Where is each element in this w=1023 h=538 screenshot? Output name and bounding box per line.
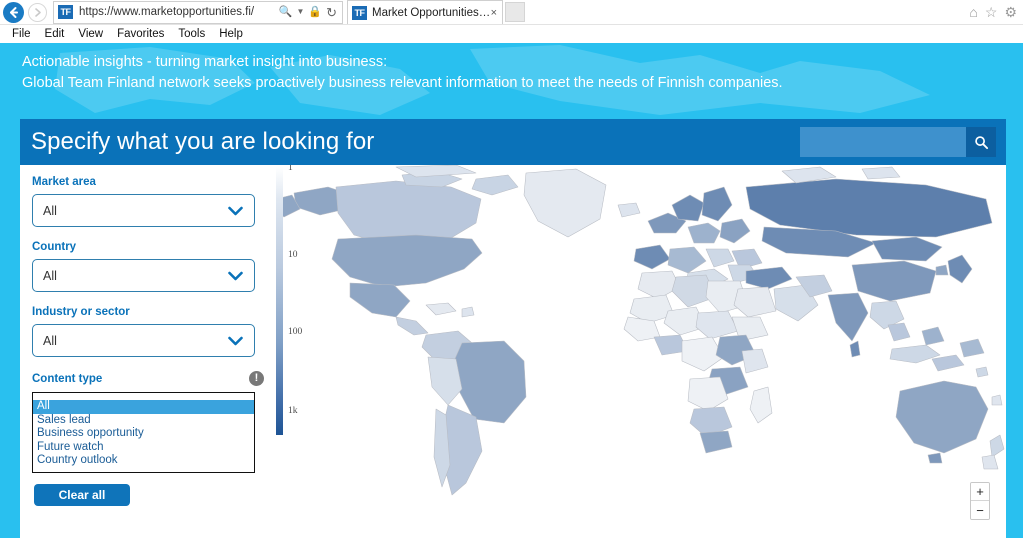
market-area-value: All [43,203,57,218]
favorites-star-icon[interactable]: ☆ [985,5,998,19]
browser-tab[interactable]: TF Market Opportunities - Searc... × [347,0,503,24]
back-arrow-icon [10,6,18,18]
chevron-down-icon [228,336,243,345]
menu-item-file[interactable]: File [5,28,38,40]
dropdown-arrow-icon[interactable]: ▼ [296,8,304,16]
page-title: Specify what you are looking for [31,128,375,155]
menu-item-tools[interactable]: Tools [171,28,212,40]
banner-line-1: Actionable insights - turning market ins… [22,54,388,70]
site-favicon: TF [58,5,73,19]
menu-item-help[interactable]: Help [212,28,250,40]
legend-tick-1k: 1k [288,406,298,416]
country-select[interactable]: All [32,259,255,292]
country-label: Country [32,241,77,253]
back-button[interactable] [3,1,24,23]
list-item[interactable]: Country outlook [33,454,254,468]
zoom-out-button[interactable]: − [971,501,989,519]
clear-all-button[interactable]: Clear all [34,484,130,506]
choropleth-map-svg [276,165,1005,496]
lock-icon[interactable]: 🔒 [308,6,322,18]
menu-bar: File Edit View Favorites Tools Help [0,25,1023,43]
legend-tick-10: 10 [288,250,298,260]
new-tab-button[interactable] [505,2,525,22]
map-zoom-controls: + − [970,482,990,520]
filter-sidebar: Market area All Country All Industry or … [20,165,276,538]
search-icon [974,135,988,149]
address-bar-icons: 🔍 ▼ 🔒 ↻ [279,6,337,19]
world-map[interactable]: 1 10 100 1k + − [276,165,1006,538]
market-area-select[interactable]: All [32,194,255,227]
settings-gear-icon[interactable]: ⚙ [1004,5,1017,19]
search-area [800,127,996,157]
legend-gradient-bar [276,167,283,435]
content-type-listbox[interactable]: All Sales lead Business opportunity Futu… [32,392,255,473]
country-value: All [43,268,57,283]
map-legend: 1 10 100 1k [276,165,346,435]
web-page: Actionable insights - turning market ins… [0,43,1023,538]
industry-value: All [43,333,57,348]
info-exclamation-icon[interactable]: ! [249,371,264,386]
panel-header: Specify what you are looking for [20,119,1006,165]
forward-button[interactable] [28,2,47,22]
content-type-label: Content type ! [32,371,264,386]
menu-item-favorites[interactable]: Favorites [110,28,171,40]
zoom-in-button[interactable]: + [971,483,989,501]
menu-item-view[interactable]: View [71,28,110,40]
panel-body: Market area All Country All Industry or … [20,165,1006,538]
legend-tick-100: 100 [288,327,303,337]
listbox-blank-row [33,393,254,400]
menu-item-edit[interactable]: Edit [38,28,72,40]
list-item[interactable]: Sales lead [33,414,254,428]
chevron-down-icon [228,271,243,280]
list-item[interactable]: Future watch [33,441,254,455]
browser-toolbar: TF https://www.marketopportunities.fi/ 🔍… [0,0,1023,25]
tab-close-icon[interactable]: × [491,7,497,19]
home-icon[interactable]: ⌂ [969,5,977,19]
browser-toolbar-icons: ⌂ ☆ ⚙ [969,5,1017,19]
forward-arrow-icon [35,7,41,17]
chevron-down-icon [228,206,243,215]
banner-line-2: Global Team Finland network seeks proact… [22,75,783,91]
list-item[interactable]: Business opportunity [33,427,254,441]
search-input[interactable] [800,127,966,157]
address-url-text[interactable]: https://www.marketopportunities.fi/ [79,6,279,18]
refresh-icon[interactable]: ↻ [326,6,337,19]
banner-text: Actionable insights - turning market ins… [22,52,783,94]
search-button[interactable] [966,127,996,157]
content-type-label-text: Content type [32,372,103,385]
tab-favicon: TF [352,5,367,20]
address-bar[interactable]: TF https://www.marketopportunities.fi/ 🔍… [53,0,343,24]
search-panel: Specify what you are looking for Market … [20,119,1006,538]
industry-label: Industry or sector [32,306,130,318]
industry-select[interactable]: All [32,324,255,357]
tab-title: Market Opportunities - Searc... [372,6,491,19]
legend-tick-1: 1 [288,165,293,173]
search-icon[interactable]: 🔍 [279,6,293,18]
list-item[interactable]: All [33,400,254,414]
market-area-label: Market area [32,176,96,188]
